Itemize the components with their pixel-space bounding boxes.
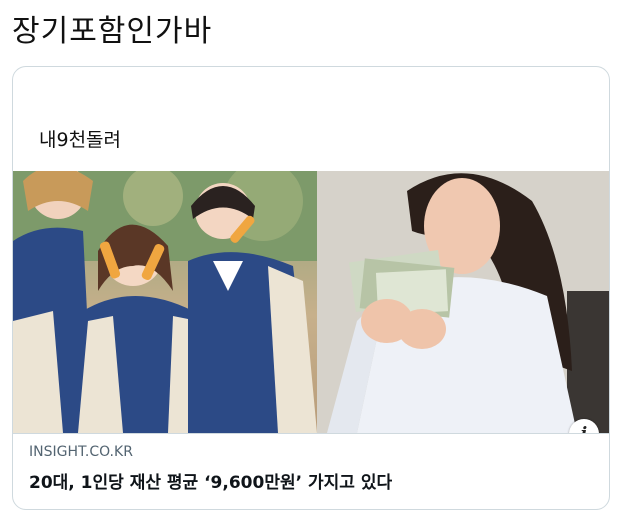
card-text: 내9천돌려 [39,129,122,151]
thumbnail-students [13,171,317,433]
thumbnail-woman-money [317,171,609,433]
link-card[interactable]: 내9천돌려 INSIGHT.CO.KR 20대, 1인당 재산 평균 ‘9,60… [12,66,610,510]
card-headline[interactable]: 20대, 1인당 재산 평균 ‘9,600만원’ 가지고 있다 [29,468,593,493]
students-illustration [13,171,317,433]
card-media[interactable]: i [13,171,609,433]
card-domain: INSIGHT.CO.KR [29,444,133,460]
woman-money-illustration [317,171,609,433]
post-title: 장기포함인가바 [12,14,213,49]
card-meta[interactable]: INSIGHT.CO.KR 20대, 1인당 재산 평균 ‘9,600만원’ 가… [13,433,609,509]
